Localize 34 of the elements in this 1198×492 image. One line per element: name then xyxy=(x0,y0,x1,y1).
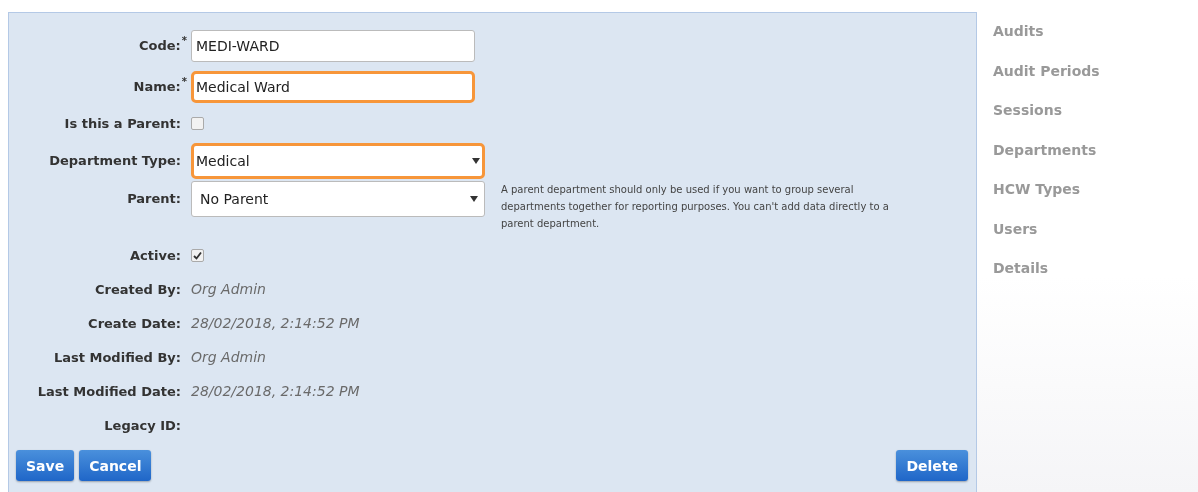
nav-link[interactable]: HCW Types xyxy=(993,181,1081,221)
nav-link[interactable]: Audits xyxy=(993,23,1044,63)
checkbox[interactable] xyxy=(191,117,204,130)
field-label: Legacy ID: xyxy=(104,417,181,433)
delete-button[interactable]: Delete xyxy=(896,450,968,481)
form-button[interactable]: Cancel xyxy=(79,450,152,481)
text-field[interactable]: Medical Ward xyxy=(191,70,475,103)
field-label: Department Type: xyxy=(49,153,181,168)
field-label: Name: xyxy=(133,79,181,94)
caret-icon xyxy=(470,196,478,202)
nav-link[interactable]: Users xyxy=(993,220,1038,260)
caret-icon xyxy=(472,157,480,164)
field-label: Active: xyxy=(130,248,181,263)
nav-link[interactable]: Sessions xyxy=(993,102,1062,142)
nav-link[interactable]: Audit Periods xyxy=(993,62,1100,102)
field-label: Last Modified Date: xyxy=(37,383,181,399)
field-label: Is this a Parent: xyxy=(64,116,181,131)
nav-link[interactable]: Departments xyxy=(993,141,1097,181)
field-label: Parent: xyxy=(127,191,181,206)
help-text: A parent department should only be used if you want to group several departments together for reporting purposes. You can't add data directly to a parent department. xyxy=(501,183,890,231)
field-value: 28/02/2018, 2:14:52 PM xyxy=(191,315,360,331)
field-label: Created By: xyxy=(95,281,181,297)
checkbox[interactable] xyxy=(191,249,204,262)
nav-link[interactable]: Details xyxy=(993,260,1049,300)
required-mark: * xyxy=(181,76,187,87)
field-label: Code: xyxy=(138,38,181,53)
field-value: 28/02/2018, 2:14:52 PM xyxy=(191,383,360,399)
form-button[interactable]: Save xyxy=(16,450,75,481)
field-label: Last Modified By: xyxy=(53,349,181,365)
text-field[interactable]: MEDI-WARD xyxy=(191,29,475,62)
select-field[interactable]: Medical xyxy=(191,142,485,179)
field-label: Create Date: xyxy=(88,315,181,331)
required-mark: * xyxy=(181,35,187,46)
select-field[interactable]: No Parent xyxy=(191,181,485,217)
